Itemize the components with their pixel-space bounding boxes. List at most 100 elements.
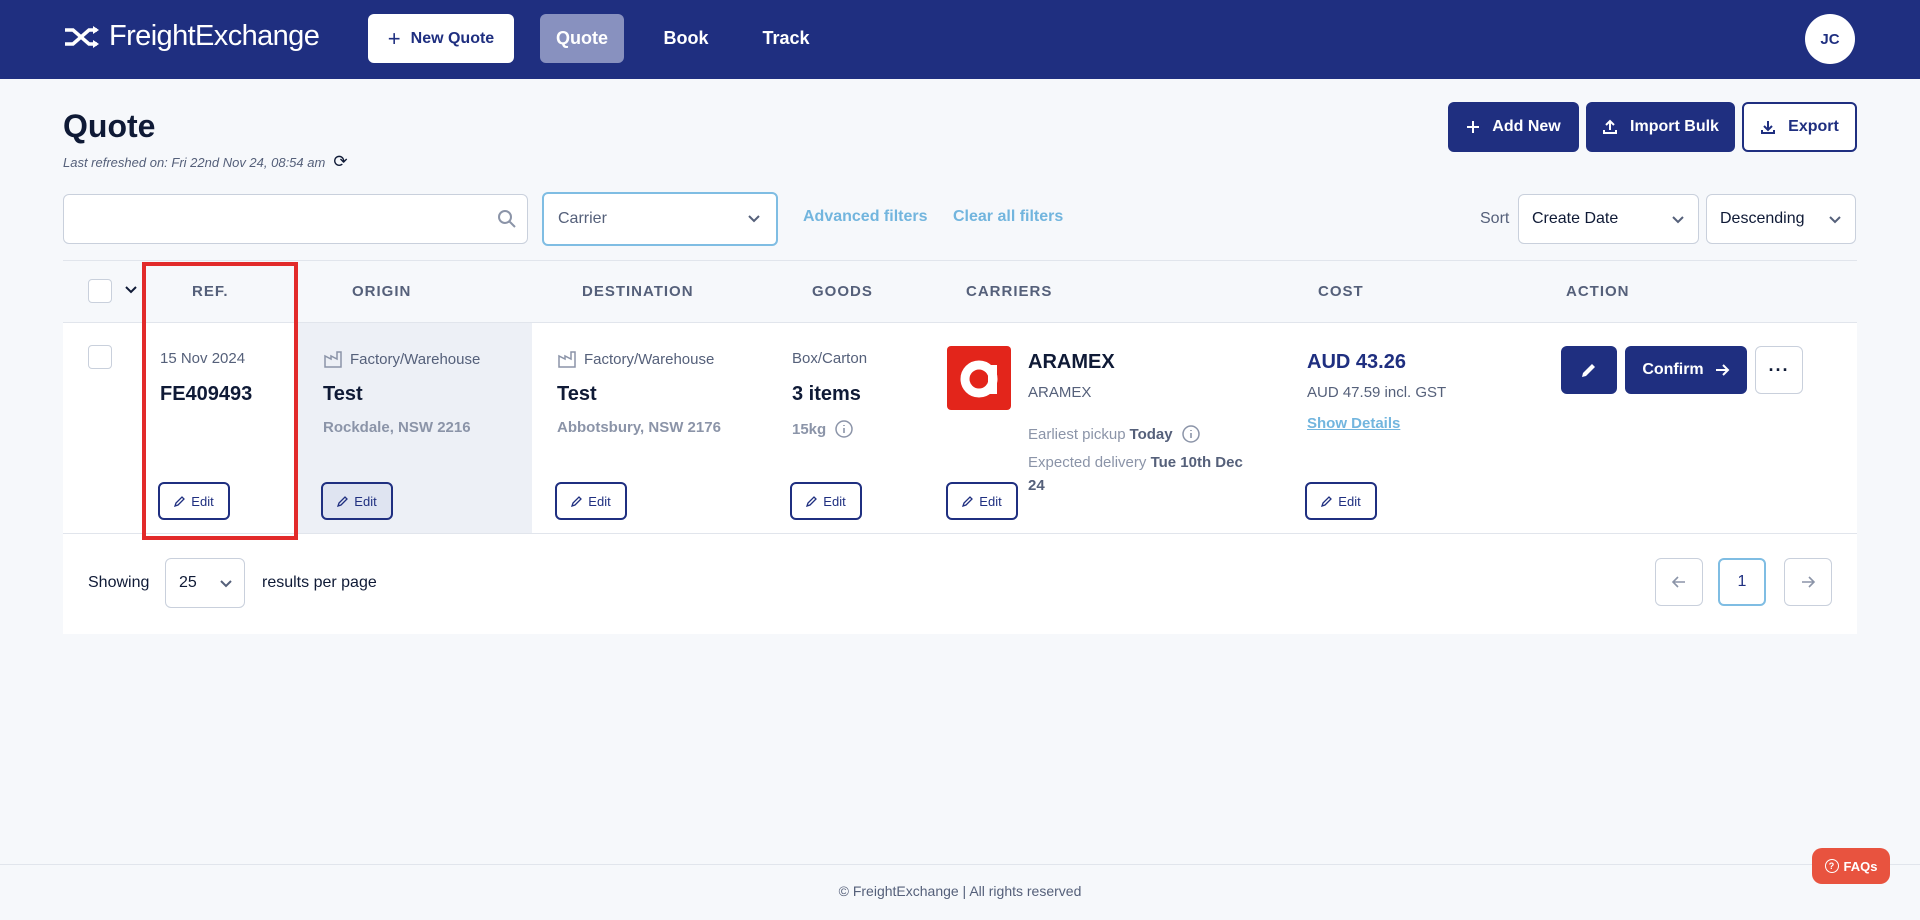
confirm-label: Confirm [1642,361,1704,378]
page-1-button[interactable]: 1 [1718,558,1766,606]
pencil-icon [1321,496,1333,507]
origin-type-text: Factory/Warehouse [350,350,481,368]
show-details-link[interactable]: Show Details [1307,415,1400,432]
carrier-placeholder: Carrier [558,210,607,227]
goods-count: 3 items [792,383,861,405]
footer: © FreightExchange | All rights reserved [0,864,1920,920]
pencil-icon [337,496,349,507]
pickup-value: Today [1129,425,1173,443]
sort-field-select[interactable]: Create Date [1518,194,1699,244]
import-bulk-button[interactable]: Import Bulk [1586,102,1735,152]
sort-field-value: Create Date [1532,210,1619,227]
pencil-icon [1582,364,1595,377]
ref-column-highlight [142,262,298,540]
prev-page-button[interactable] [1655,558,1703,606]
edit-label: Edit [354,493,377,509]
export-label: Export [1788,118,1839,135]
info-icon[interactable] [1181,424,1201,444]
arrow-left-icon [1671,576,1685,588]
delivery-label: Expected delivery [1028,454,1147,471]
edit-quote-button[interactable] [1561,346,1617,394]
last-refreshed: Last refreshed on: Fri 22nd Nov 24, 08:5… [63,152,348,172]
factory-icon [558,351,576,368]
add-new-button[interactable]: Add New [1448,102,1579,152]
row-checkbox[interactable] [88,345,112,369]
carrier-select[interactable]: Carrier [542,192,778,246]
column-cost: COST [1318,283,1364,300]
destination-name: Test [557,383,597,405]
advanced-filters-link[interactable]: Advanced filters [803,208,927,226]
showing-label: Showing [88,574,150,591]
more-icon: ··· [1768,359,1790,380]
info-icon[interactable] [834,419,854,439]
last-refreshed-text: Last refreshed on: Fri 22nd Nov 24, 08:5… [63,154,326,170]
page-title: Quote [63,108,156,144]
expected-delivery: Expected delivery Tue 10th Dec 24 [1028,451,1258,497]
chevron-down-icon [1827,211,1843,232]
user-avatar[interactable]: JC [1805,14,1855,64]
search-input[interactable] [63,194,528,244]
refresh-icon[interactable]: ⟳ [333,152,347,172]
origin-type: Factory/Warehouse [323,350,480,368]
clear-filters-link[interactable]: Clear all filters [953,208,1063,226]
select-all-checkbox[interactable] [88,279,112,303]
plus-icon [1466,120,1480,134]
pencil-icon [962,496,974,507]
arrow-right-icon [1715,364,1730,376]
plus-icon: + [387,25,401,51]
nav-track[interactable]: Track [750,14,822,63]
sort-order-value: Descending [1720,210,1805,227]
edit-label: Edit [823,493,846,509]
column-goods: GOODS [812,283,873,300]
destination-type: Factory/Warehouse [557,350,714,368]
per-page-select[interactable]: 25 [165,558,245,608]
faqs-button[interactable]: ? FAQs [1812,848,1890,884]
new-quote-button[interactable]: + New Quote [368,14,514,63]
column-action: ACTION [1566,283,1630,300]
origin-name: Test [323,383,363,405]
nav-quote[interactable]: Quote [540,14,624,63]
download-icon [1760,119,1776,135]
pencil-icon [806,496,818,507]
carrier-name: ARAMEX [1028,351,1115,373]
top-navbar: FreightExchange + New Quote Quote Book T… [0,0,1920,79]
edit-label: Edit [979,493,1002,509]
sort-order-select[interactable]: Descending [1706,194,1856,244]
next-page-button[interactable] [1784,558,1832,606]
search-icon [497,209,517,234]
brand-logo[interactable]: FreightExchange [63,20,320,53]
arrow-right-icon [1802,576,1816,588]
import-bulk-label: Import Bulk [1630,118,1719,135]
column-carriers: CARRIERS [966,283,1053,300]
nav-book[interactable]: Book [652,14,720,63]
column-destination: DESTINATION [582,283,694,300]
edit-cost-button[interactable]: Edit [1305,482,1377,520]
destination-location: Abbotsbury, NSW 2176 [557,419,721,436]
goods-weight-text: 15kg [792,420,827,438]
sort-label: Sort [1480,210,1510,227]
new-quote-label: New Quote [410,29,495,47]
pencil-icon [571,496,583,507]
chevron-down-icon[interactable] [123,281,139,302]
edit-goods-button[interactable]: Edit [790,482,862,520]
chevron-down-icon [746,210,762,231]
confirm-button[interactable]: Confirm [1625,346,1747,394]
table-row: 15 Nov 2024 FE409493 Edit Factory/Wareho… [63,323,1857,534]
table-header: REF. ORIGIN DESTINATION GOODS CARRIERS C… [63,260,1857,323]
more-options-button[interactable]: ··· [1755,346,1803,394]
column-origin: ORIGIN [352,283,412,300]
upload-icon [1602,119,1618,135]
pickup-label: Earliest pickup [1028,425,1126,443]
aramex-logo-icon [947,346,1011,410]
edit-carrier-button[interactable]: Edit [946,482,1018,520]
carrier-service: ARAMEX [1028,384,1092,401]
goods-weight: 15kg [792,419,854,439]
chevron-down-icon [1670,211,1686,232]
per-page-value: 25 [179,574,197,591]
copyright-text: © FreightExchange | All rights reserved [838,883,1082,899]
help-icon: ? [1824,859,1839,873]
brand-name: FreightExchange [109,20,320,52]
edit-destination-button[interactable]: Edit [555,482,627,520]
export-button[interactable]: Export [1742,102,1857,152]
edit-origin-button[interactable]: Edit [321,482,393,520]
